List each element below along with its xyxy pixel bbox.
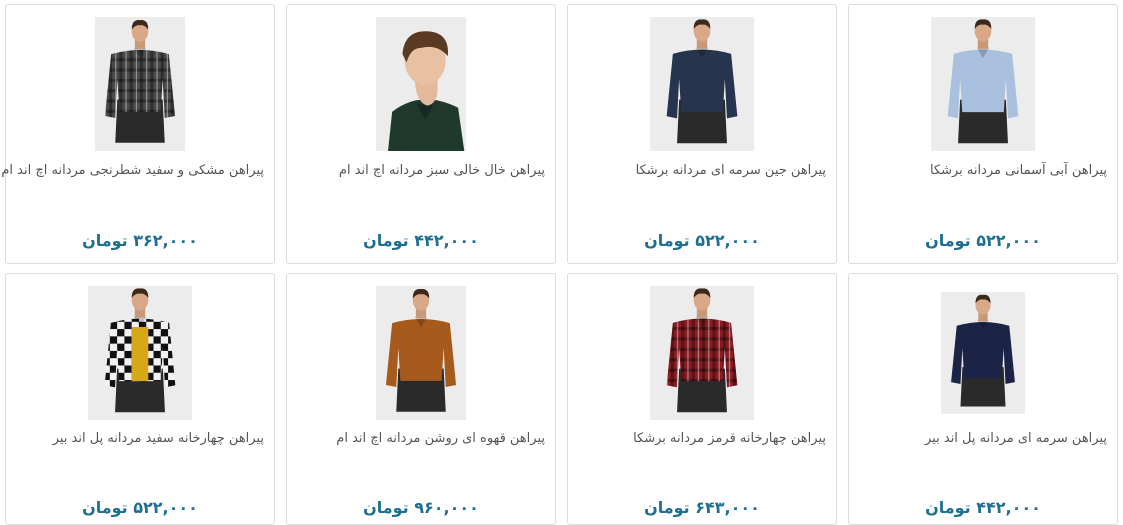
product-card[interactable]: پیراهن چهارخانه قرمز مردانه برشکا ۶۴۳,۰۰…	[567, 273, 837, 525]
product-card[interactable]: پیراهن سرمه ای مردانه پل اند بیر ۴۴۲,۰۰۰…	[848, 273, 1118, 525]
product-price: ۴۴۲,۰۰۰ تومان	[925, 498, 1041, 517]
product-title[interactable]: پیراهن جین سرمه ای مردانه برشکا	[578, 163, 826, 178]
product-price: ۳۶۲,۰۰۰ تومان	[82, 231, 198, 250]
product-image[interactable]	[376, 17, 466, 151]
product-image[interactable]	[95, 17, 185, 151]
product-image[interactable]	[650, 286, 754, 420]
light-brown-shirt-photo	[376, 286, 466, 420]
red-check-shirt-photo	[650, 286, 754, 420]
light-blue-shirt-photo	[931, 17, 1035, 151]
product-title[interactable]: پیراهن خال خالی سبز مردانه اچ اند ام	[297, 163, 545, 178]
product-title[interactable]: پیراهن سرمه ای مردانه پل اند بیر	[859, 431, 1107, 446]
product-grid: پیراهن آبی آسمانی مردانه برشکا ۵۲۲,۰۰۰ ت…	[0, 0, 1123, 525]
product-title[interactable]: پیراهن مشکی و سفید شطرنجی مردانه اچ اند …	[1, 163, 264, 178]
product-card[interactable]: پیراهن جین سرمه ای مردانه برشکا ۵۲۲,۰۰۰ …	[567, 4, 837, 264]
product-image[interactable]	[88, 286, 192, 420]
product-title[interactable]: پیراهن چهارخانه قرمز مردانه برشکا	[578, 431, 826, 446]
product-price: ۵۲۲,۰۰۰ تومان	[925, 231, 1041, 250]
green-dotted-shirt-photo	[376, 17, 466, 151]
product-card[interactable]: پیراهن مشکی و سفید شطرنجی مردانه اچ اند …	[1, 4, 275, 264]
black-white-check-shirt-photo	[95, 17, 185, 151]
product-price: ۶۴۳,۰۰۰ تومان	[644, 498, 760, 517]
product-card[interactable]: پیراهن چهارخانه سفید مردانه پل اند بیر ۵…	[5, 273, 275, 525]
product-price: ۵۲۲,۰۰۰ تومان	[644, 231, 760, 250]
product-title[interactable]: پیراهن قهوه ای روشن مردانه اچ اند ام	[297, 431, 545, 446]
product-image[interactable]	[941, 292, 1025, 414]
product-price: ۵۲۲,۰۰۰ تومان	[82, 498, 198, 517]
product-title[interactable]: پیراهن آبی آسمانی مردانه برشکا	[859, 163, 1107, 178]
product-card[interactable]: پیراهن خال خالی سبز مردانه اچ اند ام ۴۴۲…	[286, 4, 556, 264]
product-card[interactable]: پیراهن آبی آسمانی مردانه برشکا ۵۲۲,۰۰۰ ت…	[848, 4, 1118, 264]
product-title[interactable]: پیراهن چهارخانه سفید مردانه پل اند بیر	[16, 431, 264, 446]
product-image[interactable]	[931, 17, 1035, 151]
product-card[interactable]: پیراهن قهوه ای روشن مردانه اچ اند ام ۹۶۰…	[286, 273, 556, 525]
white-check-shirt-photo	[88, 286, 192, 420]
product-image[interactable]	[376, 286, 466, 420]
product-image[interactable]	[650, 17, 754, 151]
navy-shirt-photo	[941, 292, 1025, 414]
product-price: ۴۴۲,۰۰۰ تومان	[363, 231, 479, 250]
product-price: ۹۶۰,۰۰۰ تومان	[363, 498, 479, 517]
navy-denim-shirt-photo	[650, 17, 754, 151]
